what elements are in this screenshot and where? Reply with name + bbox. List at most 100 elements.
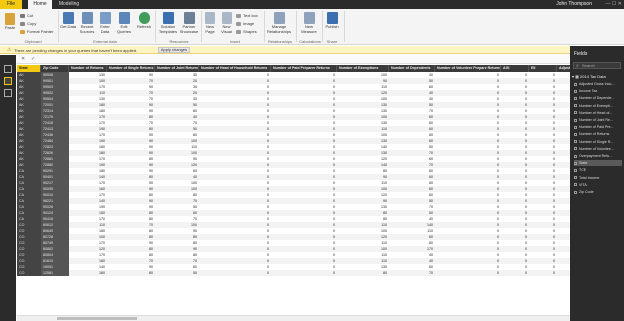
column-header[interactable]: Number of Dependents	[389, 65, 435, 72]
manage-relationships-button[interactable]: Manage Relationships	[266, 12, 292, 34]
shapes-button[interactable]: Shapes	[236, 29, 257, 34]
checkbox-icon[interactable]	[574, 96, 577, 100]
field-item[interactable]: Number of Joint Re...	[574, 117, 622, 123]
column-header[interactable]: Zip Code	[41, 65, 69, 72]
copy-button[interactable]: Copy	[20, 21, 36, 26]
calculator-icon	[303, 12, 315, 24]
field-item[interactable]: Number of Single R...	[574, 139, 622, 145]
table-cell[interactable]: 160	[69, 270, 107, 276]
cancel-icon[interactable]: ✕	[21, 56, 25, 62]
field-item[interactable]: Income Tax	[574, 88, 622, 94]
scrollbar-thumb[interactable]	[57, 317, 137, 320]
checkbox-icon[interactable]	[574, 140, 577, 144]
apply-changes-button[interactable]: Apply changes	[158, 47, 190, 53]
checkbox-icon[interactable]	[574, 118, 577, 122]
field-item[interactable]: Zip Code	[574, 189, 622, 195]
field-item[interactable]: Number of Depende...	[574, 95, 622, 101]
refresh-button[interactable]: Refresh	[136, 12, 152, 30]
checkbox-icon[interactable]	[574, 111, 577, 115]
edit-queries-button[interactable]: Edit Queries	[115, 12, 133, 34]
publish-button[interactable]: Publish	[324, 12, 340, 30]
data-view-icon[interactable]	[4, 77, 12, 85]
table-cell[interactable]: 0	[271, 270, 337, 276]
field-item[interactable]: Total Income	[574, 175, 622, 181]
table-cell[interactable]: 70	[389, 270, 435, 276]
paste-button[interactable]: Paste	[3, 13, 17, 31]
field-item[interactable]: Number of Head of...	[574, 110, 622, 116]
new-page-icon	[205, 12, 215, 24]
table-cell[interactable]: CO	[17, 270, 41, 276]
tab-file[interactable]: File	[0, 0, 22, 9]
checkbox-icon[interactable]	[574, 82, 577, 86]
get-data-button[interactable]: Get Data	[60, 12, 76, 30]
table-cell[interactable]: 0	[557, 270, 570, 276]
table-cell[interactable]: 80	[337, 270, 389, 276]
checkbox-icon[interactable]	[574, 161, 577, 165]
new-visual-button[interactable]: New Visual	[219, 12, 234, 34]
field-item[interactable]: Number of Paid Pre...	[574, 124, 622, 130]
enter-data-button[interactable]: Enter Data	[97, 12, 113, 34]
tab-home[interactable]: Home	[28, 0, 52, 9]
column-header[interactable]: Number of Paid Preparer Returns	[271, 65, 337, 72]
checkbox-icon[interactable]	[574, 89, 577, 93]
field-item-label: Total Income	[579, 175, 600, 180]
column-header[interactable]: Number of Single Returns	[107, 65, 155, 72]
fields-search-input[interactable]: ⌕ Search	[573, 62, 621, 69]
table-cell[interactable]: 0	[199, 270, 271, 276]
table-cell[interactable]: 80	[107, 270, 155, 276]
checkbox-icon[interactable]	[574, 104, 577, 108]
column-header[interactable]: Number of Volunteer Prepare Returns	[435, 65, 501, 72]
column-header[interactable]: Number of Returns	[69, 65, 107, 72]
text-box-button[interactable]: Text box	[236, 13, 258, 18]
table-cell[interactable]: 0	[435, 270, 501, 276]
checkbox-icon[interactable]	[574, 183, 577, 187]
checkbox-icon[interactable]	[574, 168, 577, 172]
new-page-button[interactable]: New Page	[203, 12, 217, 34]
horizontal-scrollbar[interactable]	[17, 315, 570, 321]
field-item[interactable]: Number of Exempti...	[574, 103, 622, 109]
cut-button[interactable]: Cut	[20, 13, 33, 18]
relationships-view-icon[interactable]	[4, 89, 12, 97]
table-cell[interactable]: 12581	[41, 270, 69, 276]
report-view-icon[interactable]	[4, 65, 12, 73]
field-item[interactable]: Adjusted Gross Inco...	[574, 81, 622, 87]
field-item[interactable]: VITA	[574, 182, 622, 188]
field-table-header[interactable]: ▾ ▦ 2014 Tax Data	[572, 74, 606, 79]
checkbox-icon[interactable]	[574, 125, 577, 129]
field-item[interactable]: Number of Returns	[574, 131, 622, 137]
column-header[interactable]: EII	[529, 65, 557, 72]
edit-queries-label: Edit Queries	[116, 24, 131, 34]
commit-icon[interactable]: ✓	[31, 56, 35, 62]
table-row[interactable]: CO1258116080500080700000	[17, 270, 570, 276]
solution-templates-button[interactable]: Solution Templates	[158, 12, 178, 34]
formula-bar[interactable]: ✕ ✓	[17, 55, 570, 64]
column-header[interactable]: Number of Joint Returns	[155, 65, 199, 72]
partner-showcase-button[interactable]: Partner Showcase	[179, 12, 199, 34]
format-painter-button[interactable]: Format Painter	[20, 29, 53, 34]
column-header[interactable]: State	[17, 65, 41, 72]
new-measure-button[interactable]: New Measure	[298, 12, 320, 34]
column-header[interactable]: AGI	[501, 65, 529, 72]
field-item-label: Number of Paid Pre...	[579, 125, 614, 130]
recent-sources-button[interactable]: Recent Sources	[78, 12, 96, 34]
table-cell[interactable]: 0	[501, 270, 529, 276]
column-header[interactable]: Number of Head of Household Returns	[199, 65, 271, 72]
checkbox-icon[interactable]	[574, 154, 577, 158]
checkbox-icon[interactable]	[574, 147, 577, 151]
field-item[interactable]: TCE	[574, 167, 622, 173]
tab-modeling[interactable]: Modeling	[56, 0, 82, 9]
checkbox-icon[interactable]	[574, 176, 577, 180]
field-item[interactable]: State	[574, 160, 622, 167]
table-cell[interactable]: 0	[529, 270, 557, 276]
checkbox-icon[interactable]	[574, 190, 577, 194]
field-item[interactable]: Number of Voluntee...	[574, 146, 622, 152]
checkbox-icon[interactable]	[574, 132, 577, 136]
column-header[interactable]: Adjusted G	[557, 65, 570, 72]
column-header[interactable]: Number of Exemptions	[337, 65, 389, 72]
table-cell[interactable]: 50	[155, 270, 199, 276]
field-item[interactable]: Overpayment Refu...	[574, 153, 622, 159]
image-button[interactable]: Image	[236, 21, 254, 26]
data-grid[interactable]: State Zip Code Number of Returns Number of …	[17, 65, 570, 315]
user-name[interactable]: John Thompson	[556, 0, 592, 9]
window-controls[interactable]: — ☐ ✕	[606, 0, 622, 9]
